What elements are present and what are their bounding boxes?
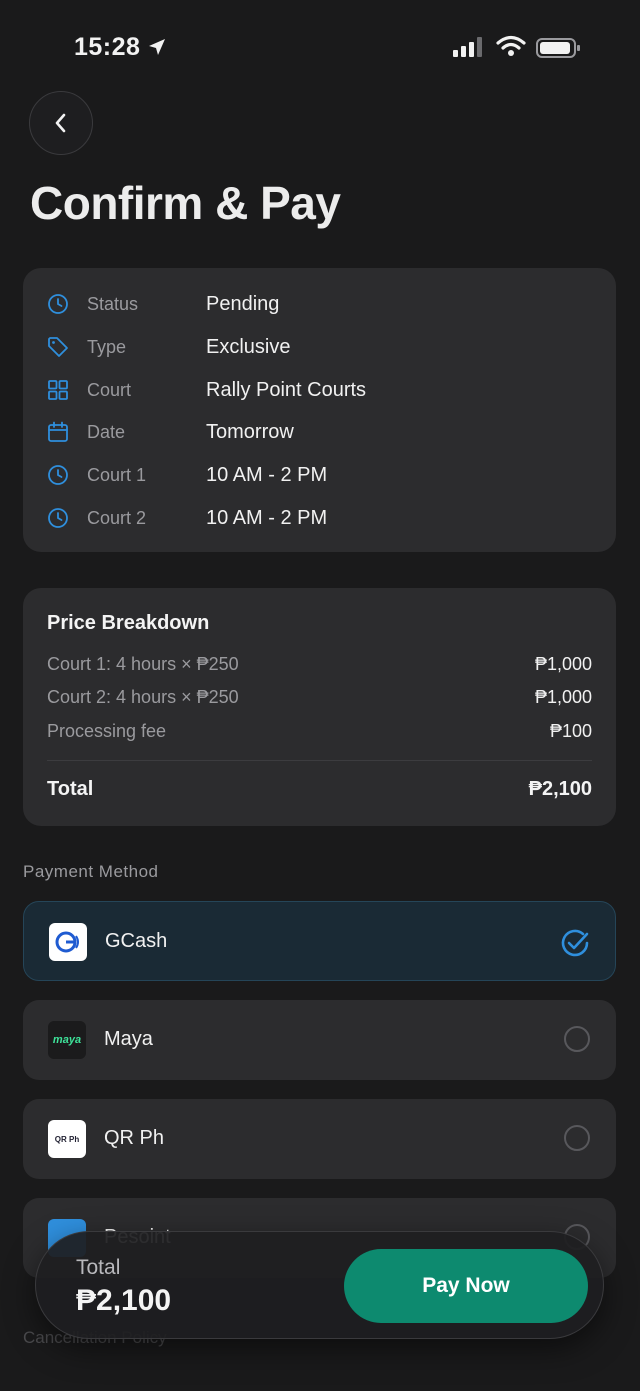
info-row-status: Status Pending (23, 284, 616, 324)
check-circle-icon (561, 929, 589, 957)
info-label: Court (87, 379, 132, 400)
info-value: 10 AM - 2 PM (206, 463, 328, 486)
cellular-signal-icon (453, 37, 482, 57)
checkout-total-amount: ₱2,100 (76, 1284, 172, 1317)
tag-icon (48, 337, 68, 357)
price-row: Processing fee ₱100 (47, 721, 592, 745)
info-row-date: Date Tomorrow (23, 412, 616, 452)
total-row: Total ₱2,100 (47, 778, 592, 801)
checkout-total-label: Total (76, 1256, 121, 1279)
payment-option-gcash[interactable]: GCash (23, 901, 616, 981)
price-item-amount: ₱1,000 (534, 654, 592, 674)
info-value: Rally Point Courts (206, 378, 367, 401)
radio-button[interactable] (564, 1125, 590, 1151)
wifi-icon (496, 35, 526, 56)
info-value: Tomorrow (206, 420, 294, 443)
info-label: Status (87, 293, 139, 314)
info-label: Date (87, 421, 126, 442)
info-label: Court 2 (87, 507, 147, 528)
clock-icon (48, 294, 68, 314)
price-row: Court 2: 4 hours × ₱250 ₱1,000 (47, 687, 592, 711)
price-breakdown-card: Price Breakdown Court 1: 4 hours × ₱250 … (23, 588, 616, 826)
info-label: Type (87, 336, 127, 357)
price-item-amount: ₱100 (549, 721, 592, 741)
price-item-amount: ₱1,000 (534, 687, 592, 707)
info-value: Pending (206, 292, 280, 315)
price-breakdown-title: Price Breakdown (47, 612, 210, 634)
total-amount: ₱2,100 (528, 778, 592, 800)
radio-button[interactable] (564, 1026, 590, 1052)
price-item-label: Court 1: 4 hours × ₱250 (47, 654, 239, 674)
payment-option-label: QR Ph (104, 1127, 165, 1149)
back-button[interactable] (29, 91, 93, 155)
info-row-court: Court Rally Point Courts (23, 370, 616, 410)
checkout-bar: Total ₱2,100 Pay Now (35, 1231, 604, 1339)
payment-option-label: Maya (104, 1028, 153, 1050)
gcash-logo-icon (49, 923, 87, 961)
info-value: 10 AM - 2 PM (206, 506, 328, 529)
pay-now-button[interactable]: Pay Now (344, 1249, 588, 1323)
battery-icon (536, 38, 580, 58)
price-item-label: Court 2: 4 hours × ₱250 (47, 687, 239, 707)
status-bar: 15:28 (0, 0, 640, 95)
total-label: Total (47, 778, 94, 800)
info-row-type: Type Exclusive (23, 327, 616, 367)
price-item-label: Processing fee (47, 721, 167, 741)
info-value: Exclusive (206, 335, 291, 358)
payment-option-label: GCash (105, 930, 168, 952)
payment-option-maya[interactable]: maya Maya (23, 1000, 616, 1080)
info-label: Court 1 (87, 464, 147, 485)
price-row: Court 1: 4 hours × ₱250 ₱1,000 (47, 654, 592, 678)
info-row-court-2: Court 2 10 AM - 2 PM (23, 498, 616, 538)
payment-option-qrph[interactable]: QR Ph QR Ph (23, 1099, 616, 1179)
payment-method-heading: Payment Method (23, 862, 159, 881)
info-row-court-1: Court 1 10 AM - 2 PM (23, 455, 616, 495)
page-title: Confirm & Pay (30, 177, 341, 229)
chevron-left-icon (55, 113, 66, 133)
calendar-icon (48, 421, 68, 442)
location-arrow-icon (149, 39, 165, 55)
clock-icon (48, 508, 68, 528)
clock-icon (48, 465, 68, 485)
status-time: 15:28 (74, 33, 141, 61)
divider (47, 760, 592, 761)
booking-info-card: Status Pending Type Exclusive Court Rall… (23, 268, 616, 552)
qrph-logo-icon: QR Ph (48, 1120, 86, 1158)
maya-logo-icon: maya (48, 1021, 86, 1059)
grid-icon (48, 380, 68, 400)
